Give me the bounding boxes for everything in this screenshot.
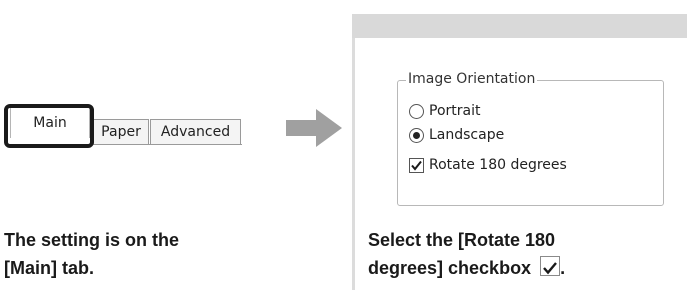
tab-paper-label: Paper	[101, 124, 141, 140]
rotate-180-checkbox-box[interactable]	[409, 157, 424, 173]
right-caption-line2: degrees] checkbox .	[368, 254, 565, 282]
right-caption-line2-text: degrees] checkbox	[368, 258, 532, 278]
radio-portrait[interactable]: Portrait	[409, 103, 480, 119]
checkmark-icon	[543, 262, 558, 275]
right-arrow-icon	[286, 109, 342, 147]
orientation-groupbox	[397, 80, 664, 206]
right-caption: Select the [Rotate 180 degrees] checkbox…	[368, 226, 565, 282]
radio-portrait-button[interactable]	[409, 103, 424, 119]
tab-advanced-label: Advanced	[160, 124, 231, 140]
rotate-180-checkbox[interactable]: Rotate 180 degrees	[409, 157, 567, 173]
left-caption: The setting is on the [Main] tab.	[4, 226, 179, 282]
checkbox-sample-icon	[540, 256, 561, 276]
radio-landscape-button[interactable]	[409, 127, 424, 143]
tab-paper[interactable]: Paper	[93, 119, 149, 145]
right-caption-period: .	[560, 258, 566, 278]
dialog-left-border	[352, 38, 355, 290]
radio-landscape-label: Landscape	[429, 127, 505, 143]
orientation-group-label: Image Orientation	[406, 71, 538, 87]
checkmark-icon	[411, 160, 422, 171]
left-caption-line2: [Main] tab.	[4, 258, 94, 278]
tab-main-highlight	[4, 104, 94, 148]
radio-landscape[interactable]: Landscape	[409, 127, 504, 143]
rotate-180-checkbox-label: Rotate 180 degrees	[429, 157, 567, 173]
left-caption-line1: The setting is on the	[4, 230, 180, 250]
dialog-header-strip	[352, 14, 687, 38]
radio-portrait-label: Portrait	[429, 103, 481, 119]
tab-divider-line	[90, 144, 242, 145]
tab-advanced[interactable]: Advanced	[150, 119, 241, 145]
right-caption-line1: Select the [Rotate 180	[368, 230, 556, 250]
